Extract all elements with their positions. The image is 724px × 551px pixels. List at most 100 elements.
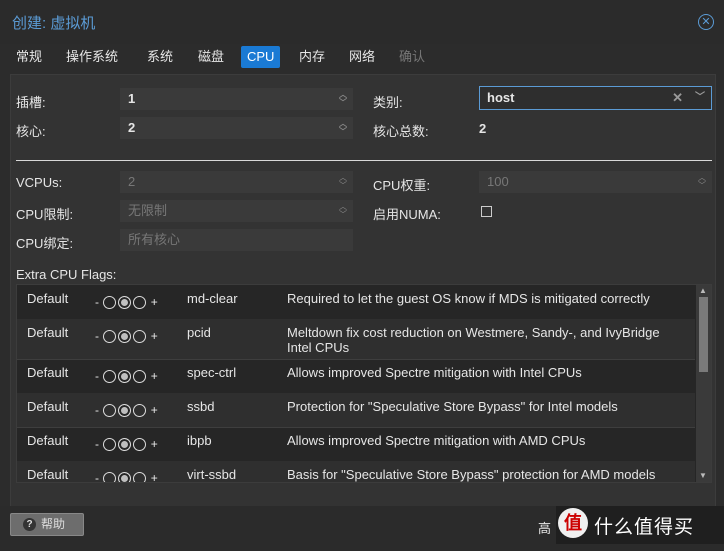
sockets-input[interactable]: 1 ︿ ﹀ xyxy=(120,88,353,110)
flag-name: md-clear xyxy=(187,291,238,306)
numa-checkbox[interactable] xyxy=(481,206,492,217)
cpu-weight-label: CPU权重: xyxy=(373,178,431,193)
spinner-icon[interactable]: ︿ ﹀ xyxy=(339,91,347,107)
question-icon: ? xyxy=(23,518,36,531)
minus-label: - xyxy=(95,437,99,451)
cpu-limit-input[interactable]: 无限制 ︿ ﹀ xyxy=(120,200,353,222)
cpu-type-select[interactable]: host ✕ ﹀ xyxy=(479,86,712,110)
radio-off[interactable] xyxy=(103,370,117,384)
cores-label: 核心: xyxy=(16,124,46,139)
radio-on[interactable] xyxy=(133,438,147,452)
watermark: 值 什么值得买 xyxy=(556,506,724,544)
tab-network[interactable]: 网络 xyxy=(343,46,381,68)
radio-on[interactable] xyxy=(133,370,147,384)
radio-default[interactable] xyxy=(118,472,132,482)
radio-on[interactable] xyxy=(133,330,147,344)
plus-label: + xyxy=(150,403,158,417)
cores-input[interactable]: 2 ︿ ﹀ xyxy=(120,117,353,139)
plus-label: + xyxy=(150,369,158,383)
cpu-affinity-input[interactable]: 所有核心 xyxy=(120,229,353,251)
radio-default[interactable] xyxy=(118,404,132,418)
radio-off[interactable] xyxy=(103,472,117,482)
radio-default[interactable] xyxy=(118,370,132,384)
cpu-affinity-label: CPU绑定: xyxy=(16,236,74,251)
radio-default[interactable] xyxy=(118,296,132,310)
vcpus-input[interactable]: 2 ︿ ﹀ xyxy=(120,171,353,193)
tri-state-toggle[interactable]: - + xyxy=(95,295,158,310)
watermark-text: 什么值得买 xyxy=(594,517,695,538)
radio-off[interactable] xyxy=(103,438,117,452)
tab-os[interactable]: 操作系统 xyxy=(60,46,124,68)
extra-flags-title: Extra CPU Flags: xyxy=(16,267,117,282)
cpu-affinity-placeholder: 所有核心 xyxy=(128,232,181,247)
tri-state-toggle[interactable]: - + xyxy=(95,329,158,344)
radio-off[interactable] xyxy=(103,404,117,418)
plus-label: + xyxy=(150,471,158,483)
cpu-weight-input[interactable]: 100 ︿ ﹀ xyxy=(479,171,712,193)
table-row: Default - + ssbd Protection for "Specula… xyxy=(17,393,695,428)
flag-name: spec-ctrl xyxy=(187,365,237,380)
tab-memory[interactable]: 内存 xyxy=(293,46,331,68)
tab-confirm: 确认 xyxy=(399,49,426,64)
sockets-value: 1 xyxy=(128,91,136,106)
create-vm-dialog: 创建: 虚拟机 ✕ 常规 操作系统 系统 磁盘 CPU 内存 网络 确认 插槽:… xyxy=(0,0,724,551)
scrollbar-thumb[interactable] xyxy=(699,297,708,372)
radio-on[interactable] xyxy=(133,404,147,418)
radio-default[interactable] xyxy=(118,330,132,344)
flag-name: pcid xyxy=(187,325,211,340)
help-label: 帮助 xyxy=(41,517,66,531)
tab-disks[interactable]: 磁盘 xyxy=(192,46,230,68)
flag-description: Allows improved Spectre mitigation with … xyxy=(287,365,582,380)
radio-on[interactable] xyxy=(133,472,147,482)
flag-state: Default xyxy=(27,365,69,380)
help-button[interactable]: ? 帮助 xyxy=(10,513,84,536)
flags-scrollbar[interactable]: ▲ ▼ xyxy=(696,285,711,482)
cpu-weight-placeholder: 100 xyxy=(487,174,509,189)
close-icon[interactable]: ✕ xyxy=(698,14,714,30)
table-row: Default - + ibpb Allows improved Spectre… xyxy=(17,427,695,462)
dialog-title: 创建: 虚拟机 xyxy=(12,15,96,32)
tab-cpu[interactable]: CPU xyxy=(241,46,281,68)
scroll-down-icon[interactable]: ▼ xyxy=(699,471,707,480)
radio-off[interactable] xyxy=(103,330,117,344)
spinner-icon[interactable]: ︿ ﹀ xyxy=(339,174,347,190)
watermark-logo: 值 xyxy=(558,508,588,538)
spinner-icon[interactable]: ︿ ﹀ xyxy=(339,203,347,219)
tab-general[interactable]: 常规 xyxy=(10,46,48,68)
sockets-label: 插槽: xyxy=(16,95,46,110)
flag-state: Default xyxy=(27,291,69,306)
vcpus-value: 2 xyxy=(128,174,136,189)
flag-name: virt-ssbd xyxy=(187,467,237,482)
chevron-down-icon[interactable]: ﹀ xyxy=(695,87,705,109)
minus-label: - xyxy=(95,329,99,343)
radio-off[interactable] xyxy=(103,296,117,310)
cpu-type-value: host xyxy=(487,90,515,105)
minus-label: - xyxy=(95,403,99,417)
table-row: Default - + md-clear Required to let the… xyxy=(17,285,695,320)
spinner-icon[interactable]: ︿ ﹀ xyxy=(698,174,706,190)
tri-state-toggle[interactable]: - + xyxy=(95,369,158,384)
tri-state-toggle[interactable]: - + xyxy=(95,471,158,483)
table-row: Default - + spec-ctrl Allows improved Sp… xyxy=(17,359,695,394)
flag-description: Protection for "Speculative Store Bypass… xyxy=(287,399,618,414)
clear-icon[interactable]: ✕ xyxy=(672,87,683,109)
table-row: Default - + virt-ssbd Basis for "Specula… xyxy=(17,461,695,483)
tri-state-toggle[interactable]: - + xyxy=(95,437,158,452)
tab-system[interactable]: 系统 xyxy=(141,46,179,68)
spinner-icon[interactable]: ︿ ﹀ xyxy=(339,120,347,136)
minus-label: - xyxy=(95,295,99,309)
flag-state: Default xyxy=(27,467,69,482)
cpu-flags-table: Default - + md-clear Required to let the… xyxy=(16,284,712,483)
type-label: 类别: xyxy=(373,95,403,110)
scroll-up-icon[interactable]: ▲ xyxy=(699,286,707,295)
tri-state-toggle[interactable]: - + xyxy=(95,403,158,418)
plus-label: + xyxy=(150,329,158,343)
flag-description: Meltdown fix cost reduction on Westmere,… xyxy=(287,325,660,355)
plus-label: + xyxy=(150,295,158,309)
advanced-label[interactable]: 高 xyxy=(538,518,551,537)
flag-name: ssbd xyxy=(187,399,215,414)
flag-state: Default xyxy=(27,399,69,414)
radio-on[interactable] xyxy=(133,296,147,310)
radio-default[interactable] xyxy=(118,438,132,452)
flag-state: Default xyxy=(27,325,69,340)
